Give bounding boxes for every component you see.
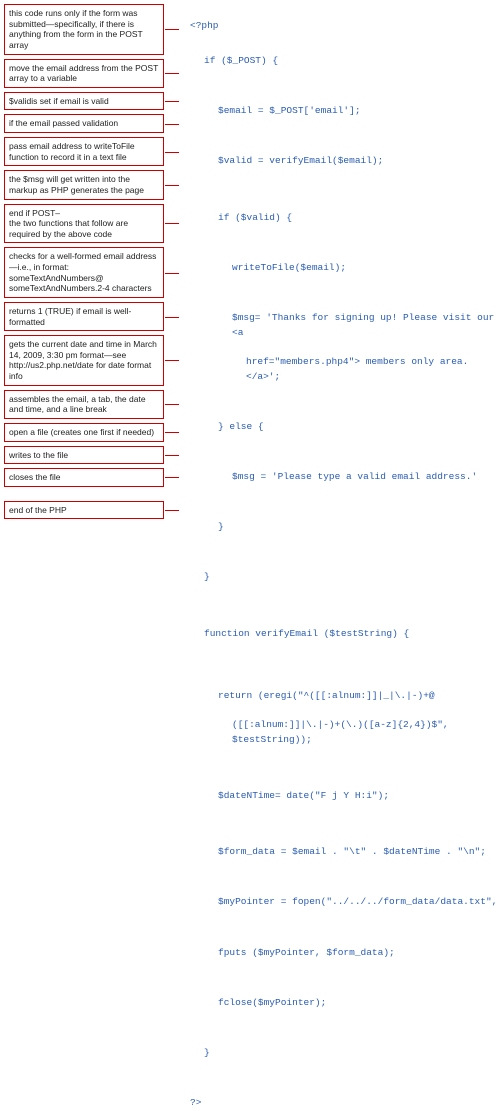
code-line: href="members.php4"> members only area.<… <box>190 355 496 384</box>
code-line: fclose($myPointer); <box>190 996 496 1011</box>
code-line: ?> <box>190 1097 201 1108</box>
code-line: return (eregi("^([[:alnum:]]|_|\.|-)+@ <box>190 689 496 704</box>
annotation: end of the PHP <box>4 501 164 520</box>
annotation: writes to the file <box>4 446 164 465</box>
annotation: if the email passed validation <box>4 114 164 133</box>
annotation: pass email address to writeToFile functi… <box>4 137 164 166</box>
annotation: $validis set if email is valid <box>4 92 164 111</box>
annotation: returns 1 (TRUE) if email is well-format… <box>4 302 164 331</box>
annotation-column: this code runs only if the form was subm… <box>4 4 164 523</box>
code-line: if ($_POST) { <box>190 54 496 69</box>
code-line: if ($valid) { <box>190 211 496 226</box>
annotation: assembles the email, a tab, the date and… <box>4 390 164 419</box>
code-line: } else { <box>190 420 496 435</box>
annotation: end if POST– the two functions that foll… <box>4 204 164 244</box>
code-line: $myPointer = fopen("../../../form_data/d… <box>190 895 496 910</box>
code-line: function verifyEmail ($testString) { <box>190 627 496 642</box>
code-line: $msg= 'Thanks for signing up! Please vis… <box>190 311 496 340</box>
annotation: move the email address from the POST arr… <box>4 59 164 88</box>
code-line: $msg = 'Please type a valid email addres… <box>190 470 496 485</box>
annotation: open a file (creates one first if needed… <box>4 423 164 442</box>
annotation: the $msg will get written into the marku… <box>4 170 164 199</box>
annotation: checks for a well-formed email address—i… <box>4 247 164 298</box>
code-line: $valid = verifyEmail($email); <box>190 154 496 169</box>
code-line: } <box>190 520 496 535</box>
code-line: } <box>190 1046 496 1061</box>
code-line: fputs ($myPointer, $form_data); <box>190 946 496 961</box>
code-line: <?php <box>190 20 219 31</box>
code-line: ([[:alnum:]]|\.|-)+(\.)([a-z]{2,4})$", $… <box>190 718 496 747</box>
annotation: closes the file <box>4 468 164 487</box>
annotation: this code runs only if the form was subm… <box>4 4 164 55</box>
code-line: writeToFile($email); <box>190 261 496 276</box>
code-block: <?php if ($_POST) { $email = $_POST['ema… <box>190 4 496 1111</box>
code-line: $email = $_POST['email']; <box>190 104 496 119</box>
code-line: $dateNTime= date("F j Y H:i"); <box>190 789 496 804</box>
annotation: gets the current date and time in March … <box>4 335 164 386</box>
code-line: $form_data = $email . "\t" . $dateNTime … <box>190 845 496 860</box>
code-line: } <box>190 570 496 585</box>
